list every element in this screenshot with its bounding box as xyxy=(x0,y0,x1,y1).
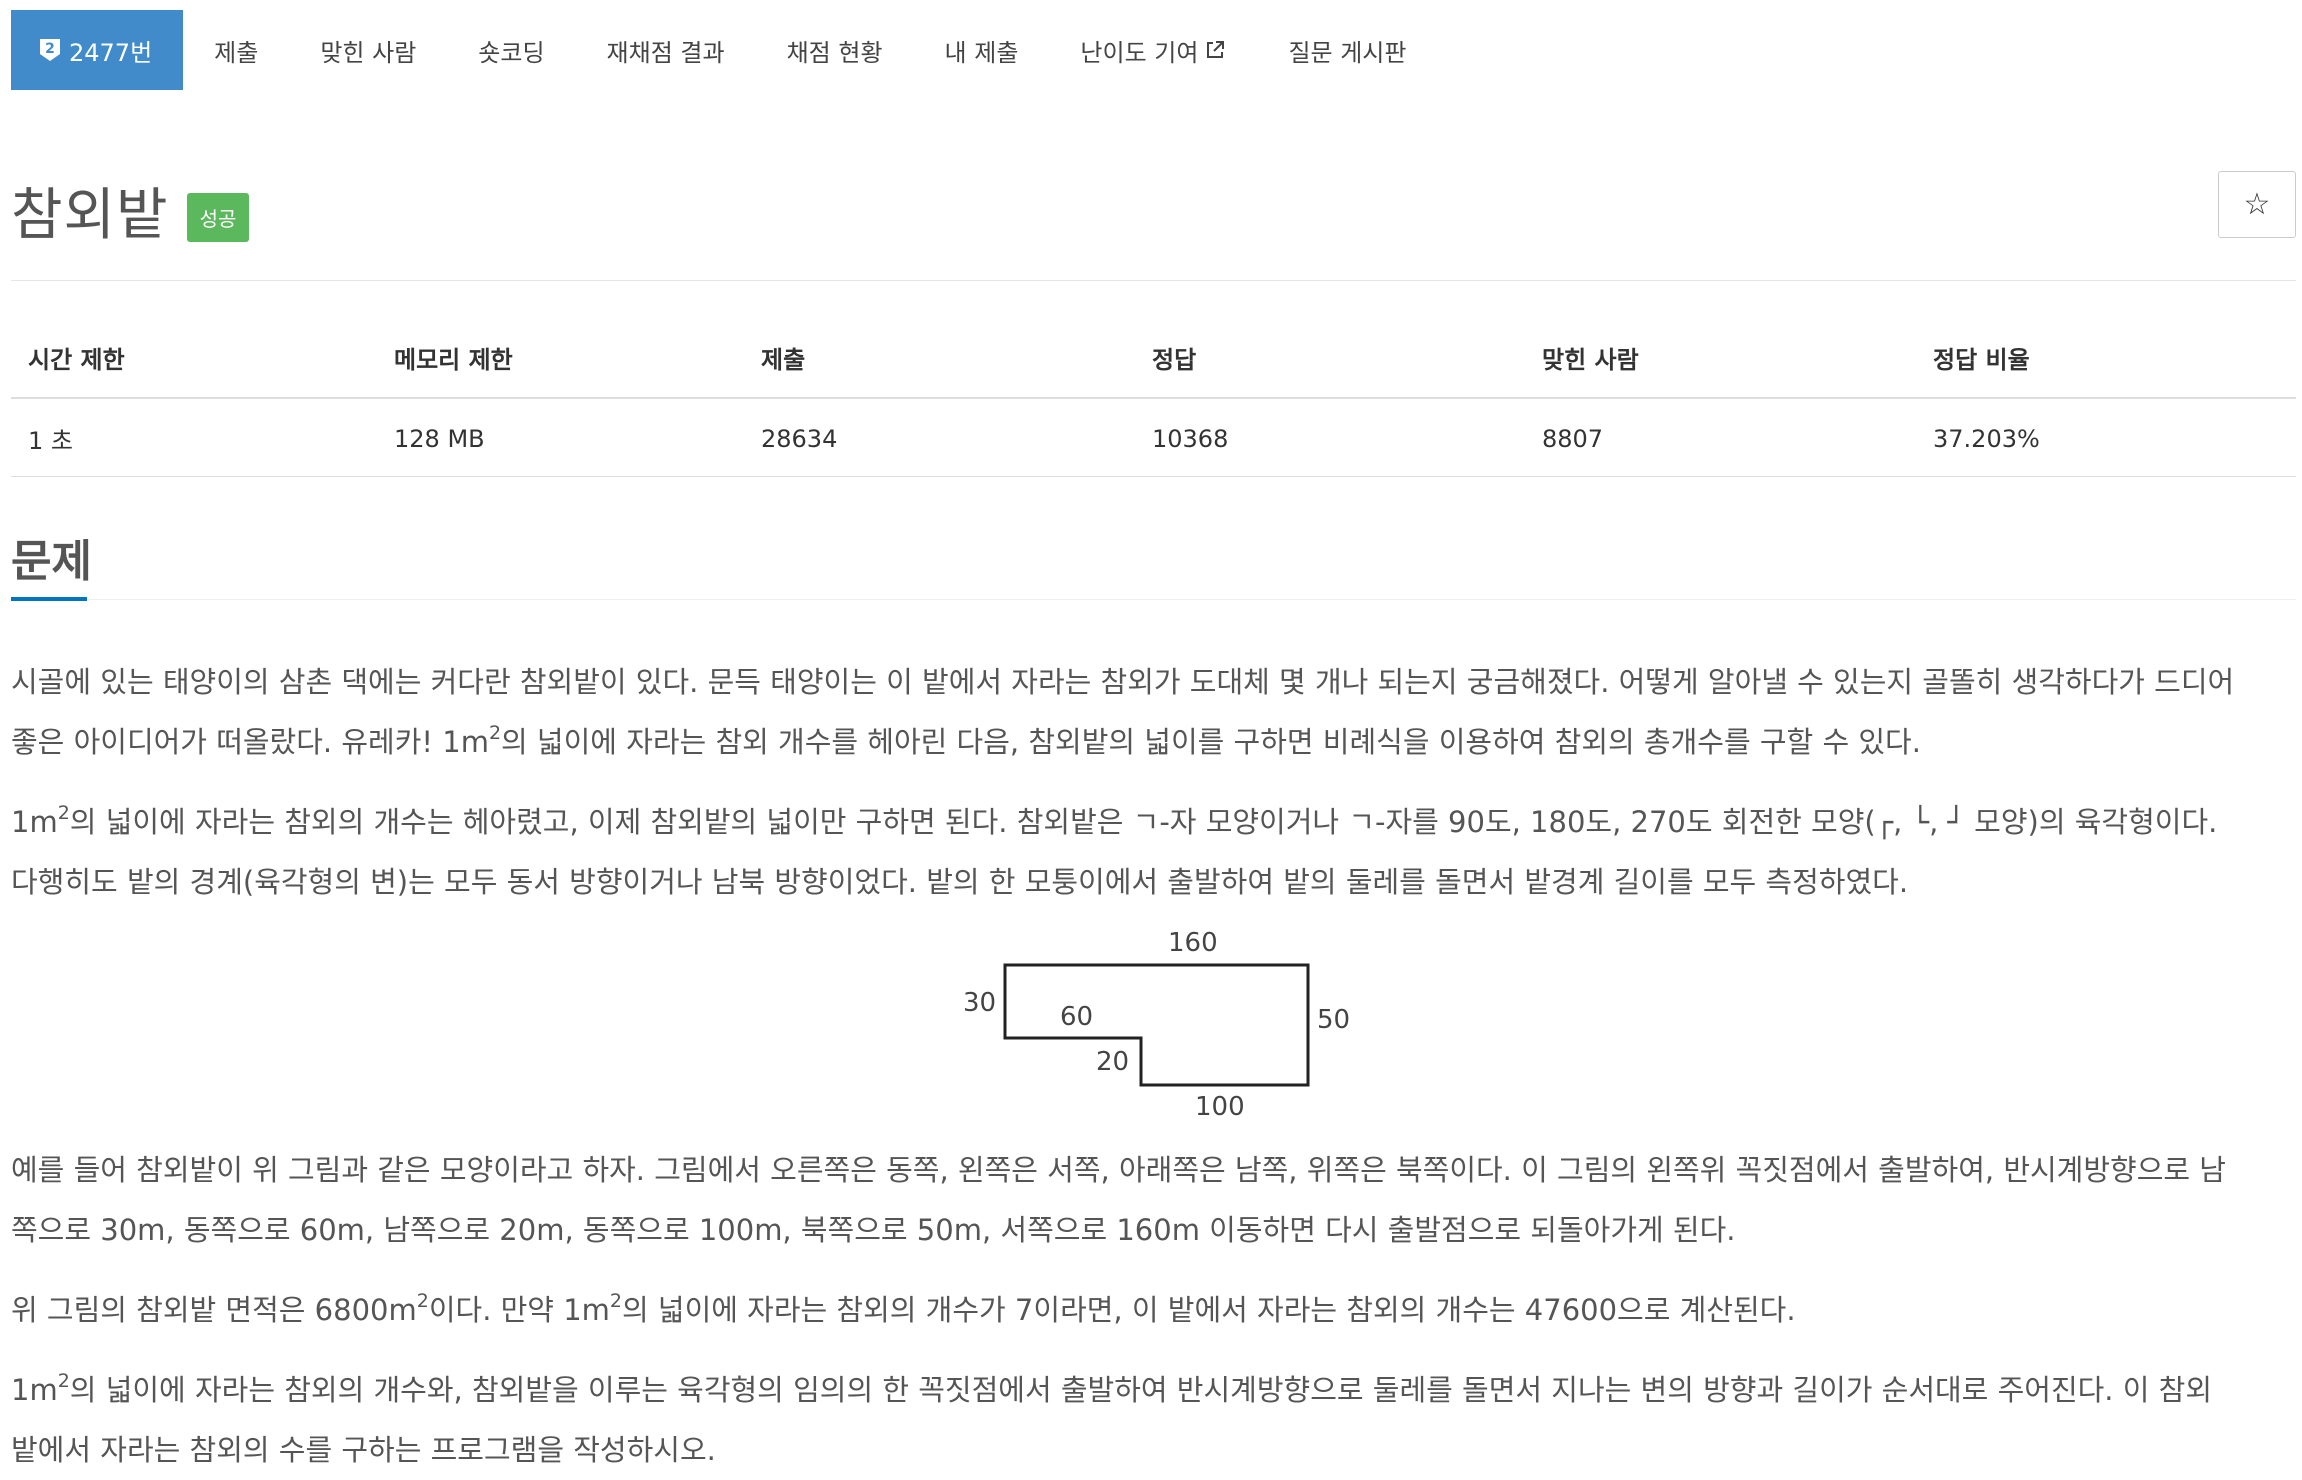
header-accepted: 정답 xyxy=(1135,320,1525,399)
problem-number: 2477번 xyxy=(69,38,153,67)
tab-problem[interactable]: 2 2477번 xyxy=(11,10,184,90)
tier-badge-icon: 2 xyxy=(40,39,60,61)
paragraph-line: 예를 들어 참외밭이 위 그림과 같은 모양이라고 하자. 그림에서 오른쪽은 … xyxy=(11,1153,2226,1187)
problem-paragraph-4: 위 그림의 참외밭 면적은 6800m2이다. 만약 1m2의 넓이에 자라는 … xyxy=(11,1280,2296,1340)
solved-users-value: 8807 xyxy=(1525,398,1916,477)
tab-short-coding[interactable]: 숏코딩 xyxy=(447,10,575,90)
text-span: 이다. 만약 1m xyxy=(428,1293,610,1327)
section-title-underline xyxy=(11,597,87,601)
time-limit-value: 1 초 xyxy=(11,398,377,477)
text-span: 좋은 아이디어가 떠올랐다. 유레카! 1m xyxy=(11,725,489,759)
problem-paragraph-1: 시골에 있는 태양이의 삼촌 댁에는 커다란 참외밭이 있다. 문득 태양이는 … xyxy=(11,652,2296,772)
text-span: 1m xyxy=(11,805,58,839)
favorite-button[interactable]: ☆ xyxy=(2218,171,2296,238)
star-icon: ☆ xyxy=(2243,187,2271,222)
memory-limit-value: 128 MB xyxy=(377,398,744,477)
problem-info-table: 시간 제한 메모리 제한 제출 정답 맞힌 사람 정답 비율 1 초 128 M… xyxy=(11,320,2296,477)
diagram-label-100: 100 xyxy=(1195,1092,1245,1120)
field-diagram: 160 30 60 50 20 100 xyxy=(963,928,1350,1120)
paragraph-line: 밭에서 자라는 참외의 수를 구하는 프로그램을 작성하시오. xyxy=(11,1433,716,1467)
superscript: 2 xyxy=(57,1370,70,1392)
paragraph-line: 다행히도 밭의 경계(육각형의 변)는 모두 동서 방향이거나 남북 방향이었다… xyxy=(11,865,1909,899)
problem-title-row: 참외밭 성공 xyxy=(11,170,250,251)
tab-difficulty-label: 난이도 기여 xyxy=(1080,38,1199,67)
status-badge: 성공 xyxy=(186,193,250,242)
tab-rejudge-results[interactable]: 재채점 결과 xyxy=(576,10,756,90)
superscript: 2 xyxy=(57,802,70,824)
page-title: 참외밭 xyxy=(11,183,169,248)
text-span: 1m xyxy=(11,1373,58,1407)
svg-text:2: 2 xyxy=(45,41,55,57)
tab-difficulty-contribution[interactable]: 난이도 기여 xyxy=(1049,10,1257,90)
tab-solved-users[interactable]: 맞힌 사람 xyxy=(289,10,447,90)
paragraph-line: 위 그림의 참외밭 면적은 6800m2이다. 만약 1m2의 넓이에 자라는 … xyxy=(11,1280,2296,1340)
tab-my-submissions[interactable]: 내 제출 xyxy=(914,10,1050,90)
diagram-label-30: 30 xyxy=(963,988,996,1018)
superscript: 2 xyxy=(488,722,502,744)
paragraph-line: 1m2의 넓이에 자라는 참외의 개수와, 참외밭을 이루는 육각형의 임의의 … xyxy=(11,1360,2296,1420)
paragraph-line: 쪽으로 30m, 동쪽으로 60m, 남쪽으로 20m, 동쪽으로 100m, … xyxy=(11,1213,1736,1247)
diagram-label-160: 160 xyxy=(1168,928,1218,958)
text-span: 의 넓이에 자라는 참외 개수를 헤아린 다음, 참외밭의 넓이를 구하면 비례… xyxy=(501,725,1921,759)
external-link-icon xyxy=(1207,41,1225,58)
problem-paragraph-3: 예를 들어 참외밭이 위 그림과 같은 모양이라고 하자. 그림에서 오른쪽은 … xyxy=(11,1140,2296,1260)
text-span: 의 넓이에 자라는 참외의 개수가 7이라면, 이 밭에서 자라는 참외의 개수… xyxy=(622,1293,1796,1327)
problem-paragraph-5: 1m2의 넓이에 자라는 참외의 개수와, 참외밭을 이루는 육각형의 임의의 … xyxy=(11,1360,2296,1480)
superscript: 2 xyxy=(416,1290,429,1312)
problem-paragraph-2: 1m2의 넓이에 자라는 참외의 개수는 헤아렸고, 이제 참외밭의 넓이만 구… xyxy=(11,792,2296,912)
paragraph-line: 시골에 있는 태양이의 삼촌 댁에는 커다란 참외밭이 있다. 문득 태양이는 … xyxy=(11,665,2235,699)
section-divider xyxy=(87,599,2296,600)
diagram-label-50: 50 xyxy=(1317,1005,1350,1035)
table-header-row: 시간 제한 메모리 제한 제출 정답 맞힌 사람 정답 비율 xyxy=(11,320,2296,399)
accepted-value: 10368 xyxy=(1135,398,1525,477)
problem-nav: 2 2477번 제출 맞힌 사람 숏코딩 재채점 결과 채점 현황 내 제출 난… xyxy=(11,10,1437,90)
tab-question-board[interactable]: 질문 게시판 xyxy=(1257,10,1437,90)
accept-ratio-value: 37.203% xyxy=(1916,398,2296,477)
text-span: 위 그림의 참외밭 면적은 6800m xyxy=(11,1293,417,1327)
field-outline xyxy=(1003,963,1310,1087)
diagram-label-60: 60 xyxy=(1060,1002,1093,1032)
header-time-limit: 시간 제한 xyxy=(11,320,377,399)
table-row: 1 초 128 MB 28634 10368 8807 37.203% xyxy=(11,398,2296,477)
section-title-problem: 문제 xyxy=(11,536,92,587)
tab-submit[interactable]: 제출 xyxy=(183,10,289,90)
submissions-value: 28634 xyxy=(744,398,1135,477)
paragraph-line: 좋은 아이디어가 떠올랐다. 유레카! 1m2의 넓이에 자라는 참외 개수를 … xyxy=(11,712,2296,772)
tab-judge-status[interactable]: 채점 현황 xyxy=(756,10,914,90)
header-accept-ratio: 정답 비율 xyxy=(1916,320,2296,399)
diagram-label-20: 20 xyxy=(1096,1047,1129,1077)
header-memory-limit: 메모리 제한 xyxy=(377,320,744,399)
text-span: 의 넓이에 자라는 참외의 개수와, 참외밭을 이루는 육각형의 임의의 한 꼭… xyxy=(69,1373,2212,1407)
title-divider xyxy=(11,280,2296,281)
text-span: 의 넓이에 자라는 참외의 개수는 헤아렸고, 이제 참외밭의 넓이만 구하면 … xyxy=(69,805,2218,839)
header-solved-users: 맞힌 사람 xyxy=(1525,320,1916,399)
paragraph-line: 1m2의 넓이에 자라는 참외의 개수는 헤아렸고, 이제 참외밭의 넓이만 구… xyxy=(11,792,2296,852)
header-submissions: 제출 xyxy=(744,320,1135,399)
superscript: 2 xyxy=(609,1290,622,1312)
